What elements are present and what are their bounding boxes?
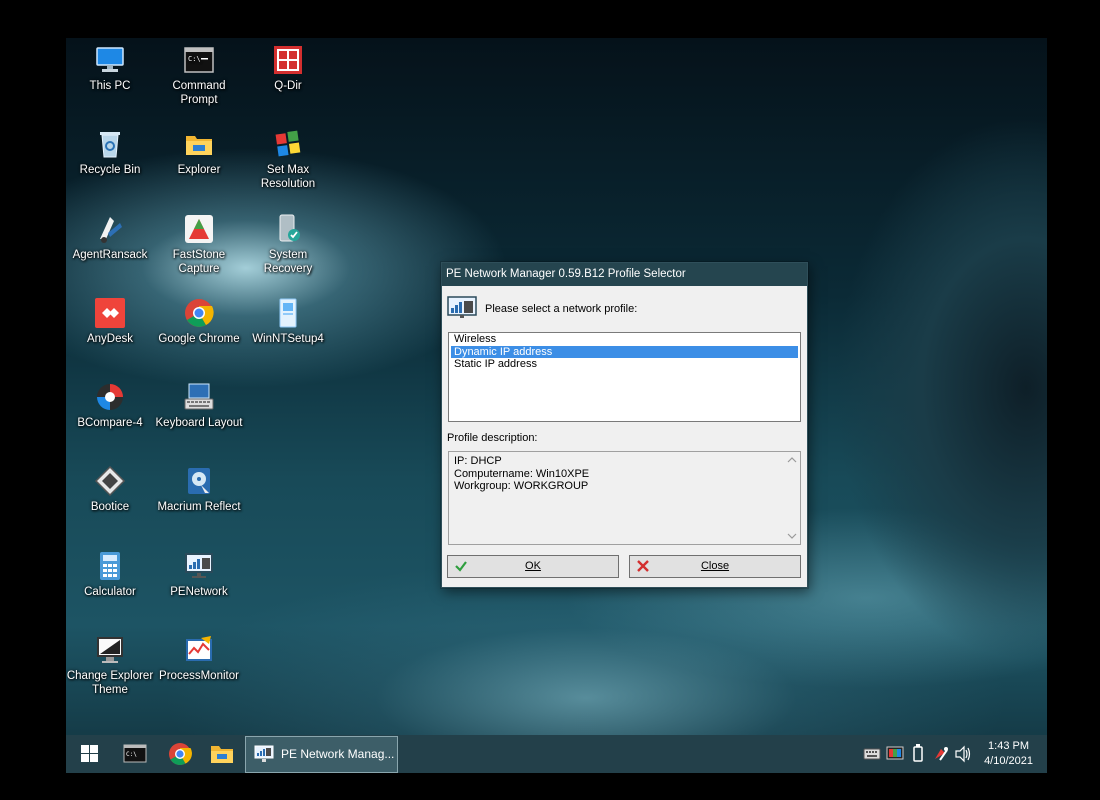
agentransack-icon: [94, 213, 126, 245]
ok-label: OK: [525, 560, 541, 572]
ok-button[interactable]: OK: [447, 555, 619, 578]
desktop-icon-set-max-resolution[interactable]: Set Max Resolution: [244, 128, 332, 191]
desktop-icon-q-dir[interactable]: Q-Dir: [244, 44, 332, 93]
icon-label: Bootice: [90, 501, 130, 513]
icon-label: FastStone Capture: [172, 249, 226, 275]
profile-selector-dialog: PE Network Manager 0.59.B12 Profile Sele…: [441, 262, 808, 588]
icon-label: AnyDesk: [86, 333, 134, 345]
folder-icon: [183, 128, 215, 160]
taskbar-pe-network-button[interactable]: PE Network Manag...: [245, 736, 398, 773]
recycle-bin-icon: [94, 128, 126, 160]
desktop-icon-anydesk[interactable]: AnyDesk: [66, 297, 154, 346]
close-button[interactable]: Close: [629, 555, 801, 578]
anydesk-icon: [94, 297, 126, 329]
desktop-icon-processmonitor[interactable]: ProcessMonitor: [155, 634, 243, 683]
icon-label: PENetwork: [170, 586, 228, 598]
network-icon: [447, 296, 477, 320]
icon-label: Recycle Bin: [79, 164, 141, 176]
icon-label: System Recovery: [263, 249, 313, 275]
profile-item-static-ip[interactable]: Static IP address: [451, 358, 798, 371]
command-prompt-icon: C:\: [183, 44, 215, 76]
desktop-icon-system-recovery[interactable]: System Recovery: [244, 213, 332, 276]
desktop-icon-recycle-bin[interactable]: Recycle Bin: [66, 128, 154, 177]
profile-item-dynamic-ip[interactable]: Dynamic IP address: [451, 345, 798, 358]
icon-label: Set Max Resolution: [260, 164, 316, 190]
icon-label: Macrium Reflect: [157, 501, 241, 513]
desktop-icon-keyboard-layout[interactable]: Keyboard Layout: [155, 381, 243, 430]
icon-label: Calculator: [84, 586, 136, 598]
desktop-icon-change-explorer-theme[interactable]: Change Explorer Theme: [66, 634, 154, 697]
windows-flag-icon: [272, 128, 304, 160]
description-line: Workgroup: WORKGROUP: [454, 480, 589, 492]
icon-label: Change Explorer Theme: [66, 670, 154, 696]
desktop-icon-macrium-reflect[interactable]: Macrium Reflect: [155, 465, 243, 514]
desktop-icon-calculator[interactable]: Calculator: [66, 550, 154, 599]
winntsetup-icon: [272, 297, 304, 329]
desktop-icon-google-chrome[interactable]: Google Chrome: [155, 297, 243, 346]
icon-label: Explorer: [177, 164, 221, 176]
icon-label: AgentRansack: [72, 249, 148, 261]
processmonitor-icon: [183, 634, 215, 666]
keyboard-icon: [183, 381, 215, 413]
description-scrollbar[interactable]: [784, 452, 800, 544]
taskbar-explorer-icon[interactable]: [209, 735, 235, 773]
penetwork-icon: [183, 550, 215, 582]
close-label: Close: [700, 560, 730, 572]
volume-icon[interactable]: [954, 735, 972, 773]
desktop-icon-bcompare[interactable]: BCompare-4: [66, 381, 154, 430]
keyboard-tray-icon[interactable]: [863, 735, 881, 773]
clock[interactable]: 1:43 PM 4/10/2021: [984, 739, 1033, 769]
macrium-reflect-icon: [183, 465, 215, 497]
penetwork-icon: [254, 745, 274, 768]
select-profile-prompt: Please select a network profile:: [485, 303, 638, 315]
taskbar-chrome-icon[interactable]: [167, 735, 193, 773]
display-tray-icon[interactable]: [886, 735, 904, 773]
dialog-title[interactable]: PE Network Manager 0.59.B12 Profile Sele…: [442, 263, 807, 286]
chrome-icon: [183, 297, 215, 329]
profile-description-box: IP: DHCP Computername: Win10XPE Workgrou…: [448, 451, 801, 545]
monitor-icon: [94, 634, 126, 666]
desktop-icon-explorer[interactable]: Explorer: [155, 128, 243, 177]
taskbar: C:\ PE Network Manag... 1:43 PM 4/10/202…: [66, 735, 1047, 773]
svg-text:C:\: C:\: [188, 55, 201, 63]
icon-label: Keyboard Layout: [155, 417, 243, 429]
icon-label: BCompare-4: [77, 417, 143, 429]
desktop: This PC Recycle Bin AgentRansack AnyDesk…: [66, 38, 1047, 773]
desktop-icon-penetwork[interactable]: PENetwork: [155, 550, 243, 599]
profile-description-label: Profile description:: [447, 432, 538, 444]
svg-text:C:\: C:\: [126, 751, 137, 758]
description-line: IP: DHCP: [454, 455, 502, 467]
taskbar-command-prompt-icon[interactable]: C:\: [122, 735, 148, 773]
taskbar-window-title: PE Network Manag...: [281, 747, 395, 761]
desktop-icon-this-pc[interactable]: This PC: [66, 44, 154, 93]
start-button[interactable]: [78, 735, 102, 773]
clock-date: 4/10/2021: [984, 755, 1033, 767]
desktop-icon-bootice[interactable]: Bootice: [66, 465, 154, 514]
icon-label: This PC: [89, 80, 131, 92]
network-tray-icon[interactable]: [932, 735, 950, 773]
calculator-icon: [94, 550, 126, 582]
icon-label: Q-Dir: [274, 80, 302, 92]
icon-label: Command Prompt: [172, 80, 226, 106]
check-icon: [454, 559, 468, 581]
desktop-icon-winntsetup[interactable]: WinNTSetup4: [244, 297, 332, 346]
desktop-icon-faststone-capture[interactable]: FastStone Capture: [155, 213, 243, 276]
description-line: Computername: Win10XPE: [454, 467, 590, 480]
usb-tray-icon[interactable]: [910, 735, 926, 773]
icon-label: WinNTSetup4: [252, 333, 324, 345]
icon-label: Google Chrome: [158, 333, 240, 345]
desktop-icon-command-prompt[interactable]: C:\ Command Prompt: [155, 44, 243, 107]
bcompare-icon: [94, 381, 126, 413]
profile-item-wireless[interactable]: Wireless: [451, 333, 798, 346]
icon-label: ProcessMonitor: [159, 670, 239, 682]
system-recovery-icon: [272, 213, 304, 245]
computer-icon: [94, 44, 126, 76]
profile-listbox[interactable]: Wireless Dynamic IP address Static IP ad…: [448, 332, 801, 422]
q-dir-icon: [272, 44, 304, 76]
bootice-icon: [94, 465, 126, 497]
faststone-capture-icon: [183, 213, 215, 245]
desktop-icon-agentransack[interactable]: AgentRansack: [66, 213, 154, 262]
clock-time: 1:43 PM: [988, 740, 1030, 752]
close-icon: [636, 559, 650, 581]
